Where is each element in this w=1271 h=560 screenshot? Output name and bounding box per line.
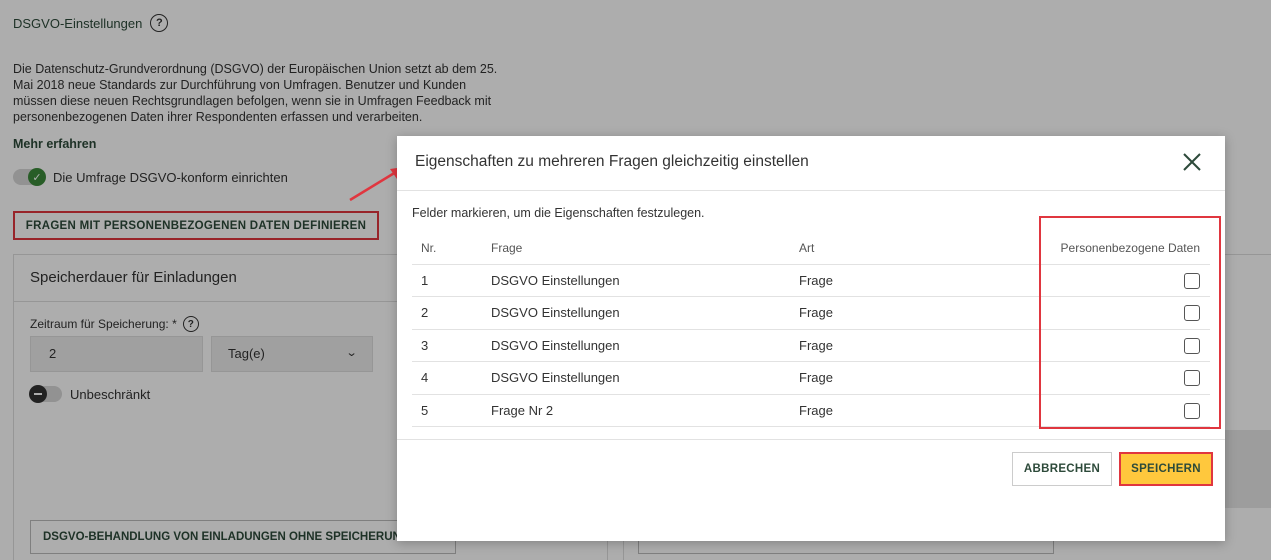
bulk-properties-dialog: Eigenschaften zu mehreren Fragen gleichz…	[397, 136, 1225, 541]
table-row: 3 DSGVO Einstellungen Frage	[412, 329, 1210, 362]
row-nr: 5	[412, 394, 491, 427]
row-personal-data-cell	[1039, 361, 1210, 395]
cancel-button[interactable]: ABBRECHEN	[1012, 452, 1112, 486]
row-question: DSGVO Einstellungen	[491, 264, 799, 297]
row-type: Frage	[799, 394, 1039, 427]
dialog-hint: Felder markieren, um die Eigenschaften f…	[412, 206, 705, 220]
row-question: Frage Nr 2	[491, 394, 799, 427]
personal-data-checkbox[interactable]	[1184, 305, 1200, 322]
questions-table: Nr. Frage Art Personenbezogene Daten 1 D…	[412, 230, 1210, 427]
row-nr: 2	[412, 296, 491, 330]
personal-data-checkbox[interactable]	[1184, 402, 1200, 419]
row-type: Frage	[799, 296, 1039, 330]
row-personal-data-cell	[1039, 394, 1210, 427]
personal-data-checkbox[interactable]	[1184, 272, 1200, 289]
row-question: DSGVO Einstellungen	[491, 296, 799, 330]
table-header-row: Nr. Frage Art Personenbezogene Daten	[412, 230, 1210, 265]
row-personal-data-cell	[1039, 296, 1210, 330]
column-header-nr: Nr.	[412, 230, 491, 265]
table-row: 5 Frage Nr 2 Frage	[412, 394, 1210, 427]
column-header-question: Frage	[491, 230, 799, 265]
personal-data-checkbox[interactable]	[1184, 370, 1200, 387]
row-nr: 1	[412, 264, 491, 297]
column-header-personal-data: Personenbezogene Daten	[1039, 230, 1210, 265]
row-nr: 4	[412, 361, 491, 395]
row-question: DSGVO Einstellungen	[491, 329, 799, 362]
row-nr: 3	[412, 329, 491, 362]
close-icon[interactable]	[1181, 151, 1203, 173]
save-button[interactable]: SPEICHERN	[1119, 452, 1213, 486]
row-type: Frage	[799, 264, 1039, 297]
dialog-title: Eigenschaften zu mehreren Fragen gleichz…	[415, 153, 809, 170]
dialog-footer: ABBRECHEN SPEICHERN	[397, 439, 1225, 541]
table-row: 2 DSGVO Einstellungen Frage	[412, 296, 1210, 330]
row-question: DSGVO Einstellungen	[491, 361, 799, 395]
row-type: Frage	[799, 361, 1039, 395]
column-header-type: Art	[799, 230, 1039, 265]
row-personal-data-cell	[1039, 264, 1210, 297]
row-personal-data-cell	[1039, 329, 1210, 362]
personal-data-checkbox[interactable]	[1184, 337, 1200, 354]
table-row: 4 DSGVO Einstellungen Frage	[412, 361, 1210, 395]
row-type: Frage	[799, 329, 1039, 362]
table-row: 1 DSGVO Einstellungen Frage	[412, 264, 1210, 297]
dialog-header: Eigenschaften zu mehreren Fragen gleichz…	[397, 136, 1225, 191]
